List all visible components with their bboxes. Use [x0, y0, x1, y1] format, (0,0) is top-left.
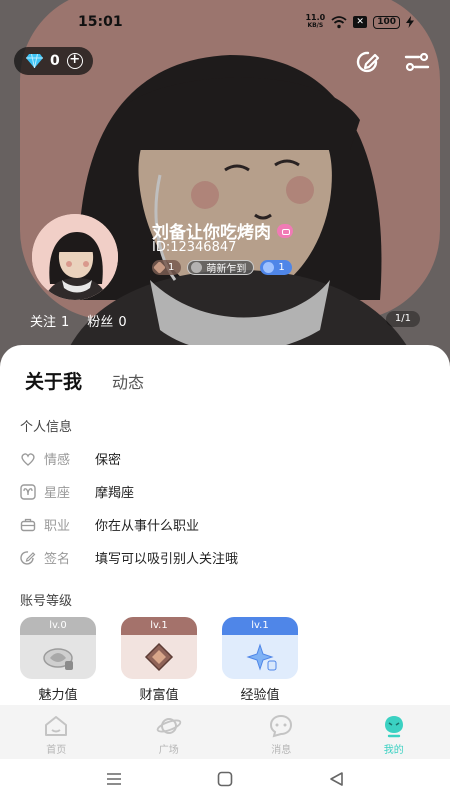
settings-sliders-icon[interactable]: [403, 48, 431, 76]
follow-stats: 关注 1 粉丝 0: [30, 311, 127, 330]
avatar-image: [32, 214, 118, 300]
recharge-plus-icon[interactable]: +: [66, 53, 83, 69]
chat-bubble-icon[interactable]: [277, 223, 293, 238]
tab-about-me[interactable]: 关于我: [25, 367, 82, 394]
profile-id: ID:12346847: [152, 240, 237, 255]
planet-icon: [156, 718, 182, 734]
nav-square[interactable]: 广场: [113, 705, 226, 759]
home-icon: [45, 716, 68, 736]
recent-apps-icon[interactable]: [104, 769, 124, 789]
wealth-badge-icon: [144, 642, 174, 672]
wealth-level-label: 财富值: [139, 688, 179, 703]
personal-info-title: 个人信息: [20, 420, 73, 435]
profile-hero: 15:01 11.0 KB/S ✕ 100 0 + 刘备让你吃烤肉 ID:123…: [0, 0, 450, 370]
charm-icon: [191, 262, 203, 273]
nav-home[interactable]: 首页: [0, 705, 113, 759]
diamond-count: 0: [50, 53, 60, 69]
profile-content-sheet: 关于我 动态 个人信息 情感 保密 星座 摩羯座 职业 你在从事什么职业 签名 …: [0, 345, 450, 705]
battery-indicator: 100: [373, 15, 400, 29]
nav-mine[interactable]: 我的: [338, 705, 450, 759]
charging-icon: [406, 16, 414, 28]
exp-level-card[interactable]: lv.1: [222, 617, 298, 679]
tab-moments[interactable]: 动态: [112, 369, 144, 393]
wealth-level-card[interactable]: lv.1: [121, 617, 197, 679]
message-icon: [270, 714, 293, 738]
wealth-diamond-icon: [153, 261, 166, 274]
sim-icon: ✕: [353, 16, 368, 28]
exp-level-label: 经验值: [240, 688, 280, 703]
briefcase-icon: [20, 518, 36, 531]
back-button-icon[interactable]: [327, 769, 347, 789]
status-icons: 11.0 KB/S ✕ 100: [305, 14, 414, 30]
avatar[interactable]: [32, 214, 118, 300]
charm-level-card[interactable]: lv.0: [20, 617, 96, 679]
network-speed: 11.0 KB/S: [305, 13, 326, 30]
photo-page-indicator: 1/1: [385, 311, 420, 327]
fans-stat[interactable]: 粉丝 0: [87, 311, 126, 330]
charm-level-label: 魅力值: [38, 688, 78, 703]
nav-messages[interactable]: 消息: [225, 705, 338, 759]
edit-profile-icon[interactable]: [354, 48, 382, 76]
wealth-level-badge[interactable]: 1: [152, 260, 182, 275]
diamond-balance-button[interactable]: 0 +: [14, 47, 93, 75]
diamond-icon: [26, 54, 43, 68]
status-time: 15:01: [78, 14, 123, 30]
home-button-icon[interactable]: [215, 769, 235, 789]
exp-badge-icon: [246, 643, 277, 671]
profile-face-icon: [384, 716, 403, 738]
profile-tabs: 关于我 动态: [25, 367, 144, 394]
exp-level-badge[interactable]: 1: [260, 260, 292, 275]
following-stat[interactable]: 关注 1: [30, 311, 69, 330]
profile-badges: 1 萌新乍到 1: [152, 260, 292, 275]
aries-icon: [20, 483, 36, 500]
info-row-signature[interactable]: 签名 填写可以吸引别人关注哦: [20, 548, 238, 567]
heart-icon: [21, 452, 35, 466]
info-row-occupation[interactable]: 职业 你在从事什么职业: [20, 515, 199, 534]
info-row-zodiac[interactable]: 星座 摩羯座: [20, 482, 134, 501]
system-navigation-bar: [0, 759, 450, 800]
info-row-relationship[interactable]: 情感 保密: [20, 449, 121, 468]
charm-badge-icon: [43, 648, 73, 670]
charm-title-badge[interactable]: 萌新乍到: [187, 260, 255, 275]
status-bar: 15:01 11.0 KB/S ✕ 100: [0, 0, 450, 44]
bottom-navigation: 首页 广场 消息 我的: [0, 705, 450, 759]
wifi-icon: [331, 15, 347, 28]
edit-icon: [20, 550, 36, 565]
account-level-title: 账号等级: [20, 594, 73, 609]
exp-star-icon: [263, 262, 275, 273]
